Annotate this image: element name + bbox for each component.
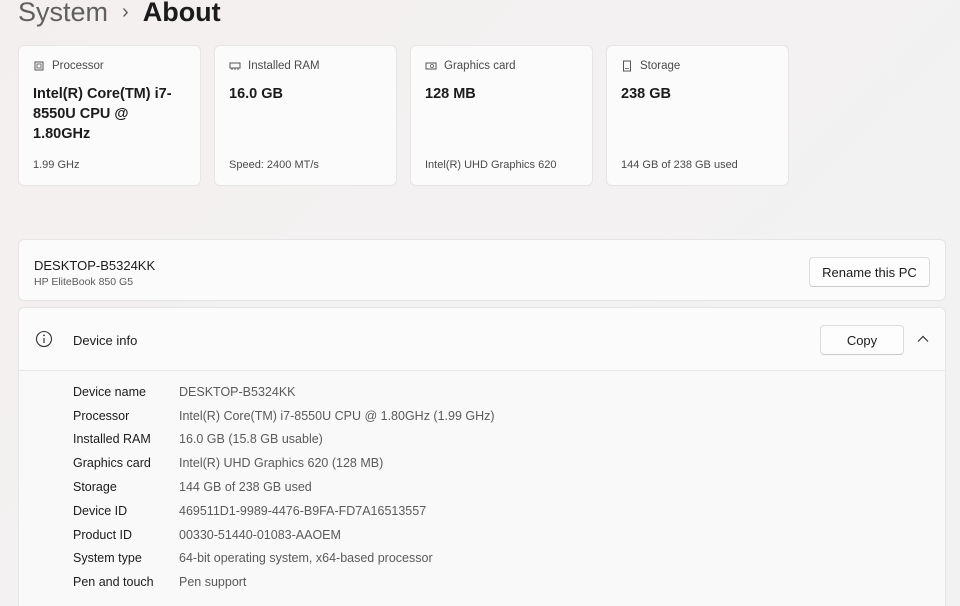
card-subtext: Intel(R) UHD Graphics 620 <box>425 159 557 171</box>
spec-label: Device ID <box>73 503 128 518</box>
spec-row: Installed RAM 16.0 GB (15.8 GB usable) <box>73 428 495 452</box>
pc-model: HP EliteBook 850 G5 <box>34 276 134 288</box>
spec-value: Intel(R) UHD Graphics 620 (128 MB) <box>179 456 384 471</box>
processor-card: Processor Intel(R) Core(TM) i7-8550U CPU… <box>18 45 201 186</box>
card-value: Intel(R) Core(TM) i7-8550U CPU @ 1.80GHz <box>33 86 172 142</box>
spec-label: Installed RAM <box>73 432 151 447</box>
spec-row: Pen and touch Pen support <box>73 570 495 594</box>
card-title: Storage <box>640 60 681 72</box>
spec-value: 144 GB of 238 GB used <box>179 480 312 495</box>
spec-cards: Processor Intel(R) Core(TM) i7-8550U CPU… <box>18 45 789 186</box>
spec-label: Product ID <box>73 527 133 542</box>
spec-value: 16.0 GB (15.8 GB usable) <box>179 432 323 447</box>
graphics-card-icon <box>425 62 437 70</box>
spec-label: Graphics card <box>73 456 151 471</box>
graphics-card-card: Graphics card 128 MB Intel(R) UHD Graphi… <box>410 45 593 186</box>
spec-value: 00330-51440-01083-AAOEM <box>179 527 341 542</box>
info-icon <box>35 330 53 348</box>
spec-row: System type 64-bit operating system, x64… <box>73 547 495 571</box>
spec-value: 469511D1-9989-4476-B9FA-FD7A16513557 <box>179 503 427 518</box>
ram-icon <box>229 62 241 70</box>
storage-icon <box>623 60 631 72</box>
storage-card: Storage 238 GB 144 GB of 238 GB used <box>606 45 789 186</box>
card-title: Processor <box>52 60 104 72</box>
card-subtext: 144 GB of 238 GB used <box>621 159 738 171</box>
chevron-right-icon: › <box>122 0 129 23</box>
spec-label: Processor <box>73 408 130 423</box>
spec-label: Device name <box>73 384 146 399</box>
card-value: 128 MB <box>425 86 476 102</box>
card-value: 16.0 GB <box>229 86 283 102</box>
spec-row: Device ID 469511D1-9989-4476-B9FA-FD7A16… <box>73 499 495 523</box>
spec-label: System type <box>73 551 142 566</box>
ram-card: Installed RAM 16.0 GB Speed: 2400 MT/s <box>214 45 397 186</box>
card-subtext: 1.99 GHz <box>33 159 80 171</box>
page-title: About <box>142 0 221 27</box>
spec-value: Pen support <box>179 575 247 590</box>
device-info-header[interactable]: Device info Copy <box>19 308 945 371</box>
spec-row: Product ID 00330-51440-01083-AAOEM <box>73 523 495 547</box>
spec-value: Intel(R) Core(TM) i7-8550U CPU @ 1.80GHz… <box>179 408 495 423</box>
spec-row: Processor Intel(R) Core(TM) i7-8550U CPU… <box>73 404 495 428</box>
pc-name-panel: DESKTOP-B5324KK HP EliteBook 850 G5 Rena… <box>18 239 946 301</box>
card-title: Graphics card <box>444 60 516 72</box>
card-subtext: Speed: 2400 MT/s <box>229 159 319 171</box>
card-title: Installed RAM <box>248 60 320 72</box>
device-spec-table: Device name DESKTOP-B5324KK Processor In… <box>73 380 495 594</box>
processor-icon <box>34 61 44 71</box>
spec-label: Storage <box>73 480 117 495</box>
spec-row: Storage 144 GB of 238 GB used <box>73 475 495 499</box>
device-info-panel: Device info Copy Device name DESKTOP-B53… <box>18 307 946 606</box>
spec-row: Graphics card Intel(R) UHD Graphics 620 … <box>73 451 495 475</box>
breadcrumb-system-link[interactable]: System <box>18 0 108 28</box>
rename-pc-button[interactable]: Rename this PC <box>809 257 930 287</box>
spec-label: Pen and touch <box>73 575 154 590</box>
copy-button[interactable]: Copy <box>820 325 904 355</box>
spec-value: DESKTOP-B5324KK <box>179 384 296 399</box>
spec-value: 64-bit operating system, x64-based proce… <box>179 551 433 566</box>
breadcrumb: System › About <box>18 0 221 32</box>
pc-name: DESKTOP-B5324KK <box>34 258 156 273</box>
device-info-title: Device info <box>73 333 138 348</box>
spec-row: Device name DESKTOP-B5324KK <box>73 380 495 404</box>
chevron-up-icon[interactable] <box>916 332 930 346</box>
card-value: 238 GB <box>621 86 671 102</box>
